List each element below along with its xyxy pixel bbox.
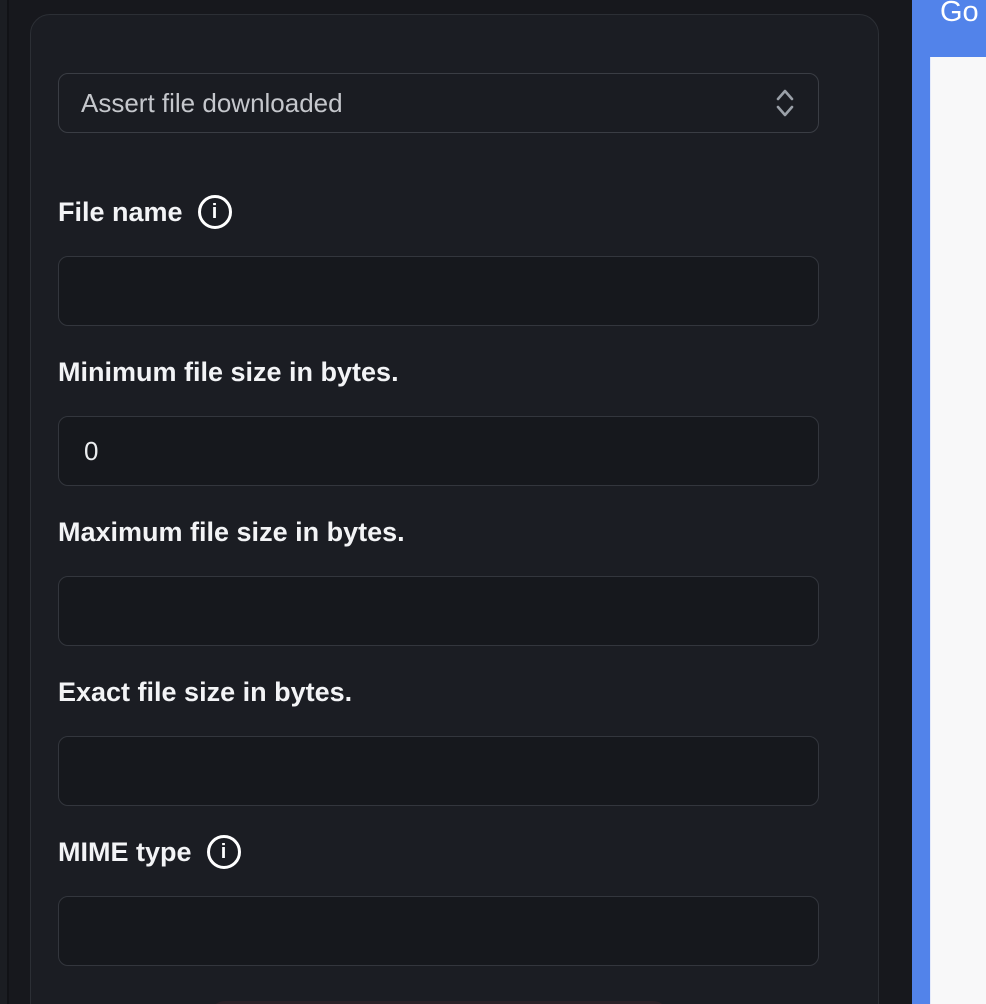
step-action-selected-value: Assert file downloaded [81,87,343,118]
file-name-input[interactable] [58,256,819,326]
info-icon[interactable] [206,835,241,869]
field-label-text: File name [58,196,183,227]
min-file-size-label-row: Minimum file size in bytes. [58,353,399,391]
min-file-size-input[interactable] [58,416,819,486]
step-config-card: Assert file downloaded File name Minimum… [30,14,879,1004]
adjacent-panel-edge [0,0,9,1004]
step-action-select[interactable]: Assert file downloaded [58,73,819,133]
field-label-text: Maximum file size in bytes. [58,516,405,547]
exact-file-size-label-row: Exact file size in bytes. [58,673,352,711]
info-icon[interactable] [197,195,232,229]
max-file-size-label-row: Maximum file size in bytes. [58,513,405,551]
mime-type-input[interactable] [58,896,819,966]
field-label-text: Exact file size in bytes. [58,676,353,707]
chevron-up-down-icon [774,87,796,119]
preview-page-surface [930,57,986,1004]
mime-type-label-row: MIME type [58,833,241,871]
exact-file-size-input[interactable] [58,736,819,806]
preview-page-heading: Go [940,0,979,28]
browser-preview-frame: Go [912,0,986,1004]
field-label-text: Minimum file size in bytes. [58,356,399,387]
field-label-text: MIME type [58,836,192,867]
file-name-label-row: File name [58,193,232,231]
step-editor-screen: Assert file downloaded File name Minimum… [0,0,986,1004]
max-file-size-input[interactable] [58,576,819,646]
